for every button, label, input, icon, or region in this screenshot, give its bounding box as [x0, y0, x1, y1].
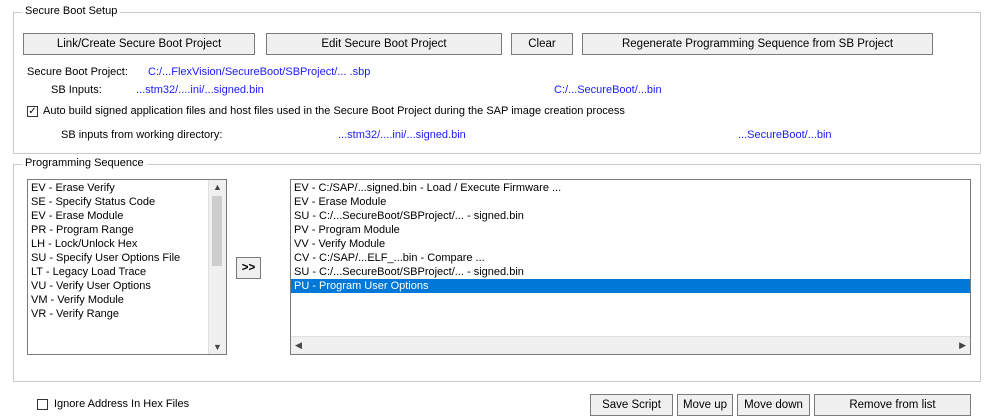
- available-action-item[interactable]: VU - Verify User Options: [28, 279, 207, 293]
- sb-inputs-label: SB Inputs:: [51, 84, 102, 96]
- sb-inputs-path-2: C:/...SecureBoot/...bin: [554, 84, 662, 96]
- ignore-address-checkbox[interactable]: [37, 399, 48, 410]
- sb-inputs-working-dir-label: SB inputs from working directory:: [61, 129, 223, 141]
- link-create-sb-project-button[interactable]: Link/Create Secure Boot Project: [23, 33, 255, 55]
- save-script-button[interactable]: Save Script: [590, 394, 673, 416]
- sequence-item[interactable]: PV - Program Module: [291, 223, 970, 237]
- ignore-address-label: Ignore Address In Hex Files: [54, 398, 190, 410]
- sequence-item[interactable]: VV - Verify Module: [291, 237, 970, 251]
- remove-from-list-button[interactable]: Remove from list: [814, 394, 971, 416]
- scroll-left-arrow-icon[interactable]: ◀: [295, 340, 302, 351]
- programming-sequence-group: Programming Sequence EV - Erase Verify SE…: [13, 157, 981, 416]
- available-action-item[interactable]: VR - Verify Range: [28, 307, 207, 321]
- secure-boot-group: Secure Boot Setup Link/Create Secure Boo…: [13, 5, 981, 154]
- sequence-item[interactable]: EV - C:/SAP/...signed.bin - Load / Execu…: [291, 181, 970, 195]
- programming-sequence-legend: Programming Sequence: [22, 157, 147, 169]
- sequence-item[interactable]: SU - C:/...SecureBoot/SBProject/... - si…: [291, 209, 970, 223]
- sb-inputs-path: ...stm32/....ini/...signed.bin: [136, 84, 264, 96]
- available-actions-list[interactable]: EV - Erase Verify SE - Specify Status Cod…: [27, 179, 227, 355]
- sb-project-path: C:/...FlexVision/SecureBoot/SBProject/..…: [148, 66, 371, 78]
- sequence-item[interactable]: PU - Program User Options: [291, 279, 970, 293]
- secure-boot-legend: Secure Boot Setup: [22, 5, 121, 17]
- scrollbar-thumb[interactable]: [212, 196, 222, 266]
- available-action-item[interactable]: LH - Lock/Unlock Hex: [28, 237, 207, 251]
- available-list-scrollbar[interactable]: ▲ ▼: [208, 180, 226, 354]
- auto-build-label: Auto build signed application files and …: [43, 105, 625, 117]
- sequence-list[interactable]: EV - C:/SAP/...signed.bin - Load / Execu…: [290, 179, 971, 355]
- move-up-button[interactable]: Move up: [677, 394, 733, 416]
- scroll-down-arrow-icon[interactable]: ▼: [213, 342, 222, 352]
- sb-project-label: Secure Boot Project:: [27, 66, 128, 78]
- sequence-item[interactable]: SU - C:/...SecureBoot/SBProject/... - si…: [291, 265, 970, 279]
- sequence-list-hscrollbar[interactable]: ◀ ▶: [291, 336, 970, 354]
- sequence-item[interactable]: CV - C:/SAP/...ELF_...bin - Compare ...: [291, 251, 970, 265]
- available-action-item[interactable]: PR - Program Range: [28, 223, 207, 237]
- scroll-up-arrow-icon[interactable]: ▲: [213, 182, 222, 192]
- scroll-right-arrow-icon[interactable]: ▶: [959, 340, 966, 351]
- add-to-sequence-button[interactable]: >>: [236, 257, 261, 279]
- sb-inputs-working-dir-path-2: ...SecureBoot/...bin: [738, 129, 832, 141]
- available-action-item[interactable]: EV - Erase Verify: [28, 181, 207, 195]
- sequence-item[interactable]: EV - Erase Module: [291, 195, 970, 209]
- available-action-item[interactable]: VM - Verify Module: [28, 293, 207, 307]
- sb-inputs-working-dir-path: ...stm32/....ini/...signed.bin: [338, 129, 466, 141]
- edit-sb-project-button[interactable]: Edit Secure Boot Project: [266, 33, 502, 55]
- clear-button[interactable]: Clear: [511, 33, 573, 55]
- available-action-item[interactable]: SE - Specify Status Code: [28, 195, 207, 209]
- auto-build-checkbox[interactable]: ✓: [27, 106, 38, 117]
- regenerate-sequence-button[interactable]: Regenerate Programming Sequence from SB …: [582, 33, 933, 55]
- available-action-item[interactable]: EV - Erase Module: [28, 209, 207, 223]
- available-action-item[interactable]: SU - Specify User Options File: [28, 251, 207, 265]
- available-action-item[interactable]: LT - Legacy Load Trace: [28, 265, 207, 279]
- move-down-button[interactable]: Move down: [737, 394, 810, 416]
